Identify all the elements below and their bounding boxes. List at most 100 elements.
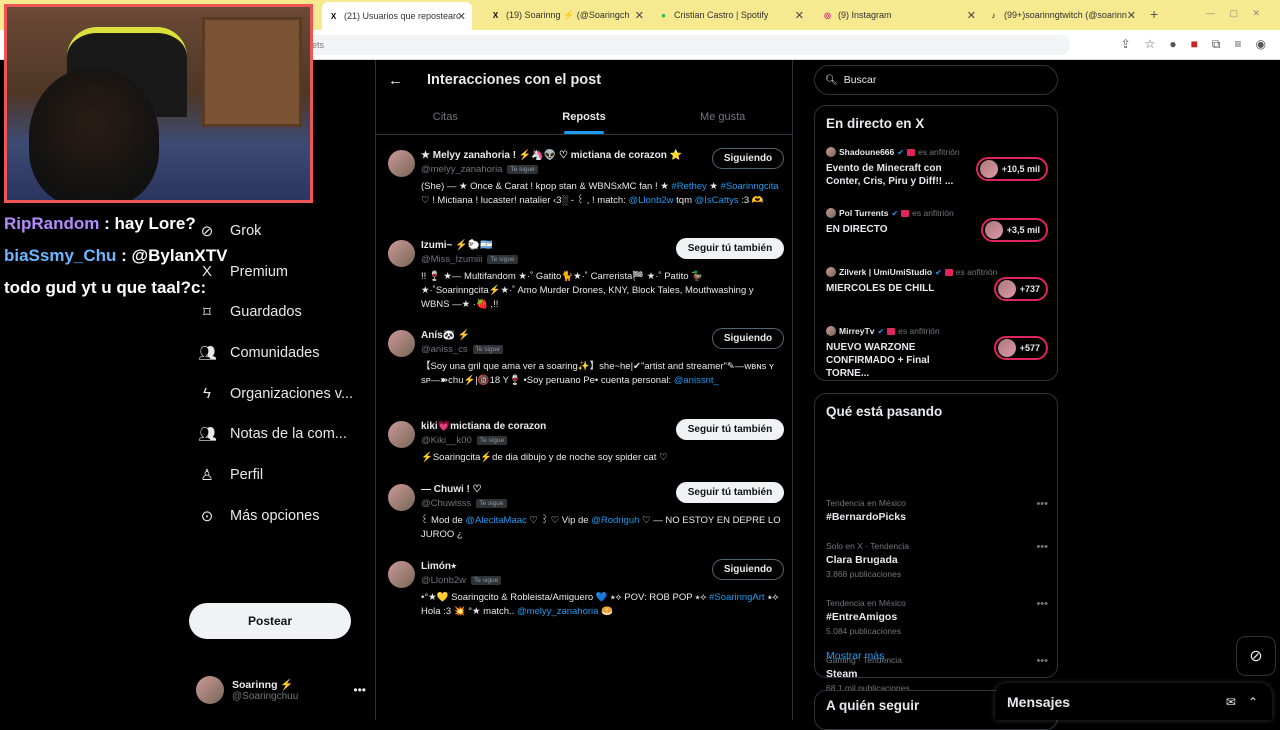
browser-tab[interactable]: X (19) Soarinng ⚡ (@Soaringch ✕ <box>484 4 650 26</box>
more-dots-icon[interactable]: ••• <box>1036 498 1048 510</box>
bio-link[interactable]: #SoarinngArt <box>709 592 764 603</box>
nav-item-más-opciones[interactable]: ⊙ Más opciones <box>190 496 370 537</box>
close-tab-icon[interactable]: ✕ <box>1127 9 1136 22</box>
nav-item-organizaciones-v-[interactable]: ϟ Organizaciones v... <box>190 373 370 414</box>
bio-link[interactable]: @AlecitaMaac <box>465 515 526 526</box>
post-button[interactable]: Postear <box>189 603 351 639</box>
list-item[interactable]: ★ Melyy zanahoria ! ⚡🦄👽 ♡ mictiana de co… <box>388 148 784 230</box>
following-button[interactable]: Siguiendo <box>712 328 784 349</box>
search-input[interactable]: 🔍︎ Buscar <box>814 65 1058 95</box>
trend-item[interactable]: Tendencia en México #BernardoPicks ••• <box>826 498 1048 523</box>
new-tab-icon[interactable]: + <box>1150 6 1158 22</box>
bio-link[interactable]: @Rodriguh <box>591 515 639 526</box>
playlist-icon[interactable]: ≡ <box>1235 37 1242 52</box>
bio-link[interactable]: @melyy_zanahoria <box>517 606 598 617</box>
listener-count[interactable]: +737 <box>993 277 1048 301</box>
chat-message: todo gud yt u que taal?c: <box>4 272 314 304</box>
browser-tab[interactable]: X (21) Usuarios que repostearon ✕ <box>322 2 472 30</box>
follow-back-button[interactable]: Seguir tú también <box>676 238 784 259</box>
bio-link[interactable]: @anissnt_ <box>674 375 719 386</box>
user-avatar[interactable] <box>388 484 415 511</box>
listener-count[interactable]: +577 <box>993 336 1048 360</box>
follows-you-badge: Te sigue <box>487 255 518 264</box>
live-event-title: NUEVO WARZONE CONFIRMADO + Final TORNE..… <box>826 342 930 379</box>
close-tab-icon[interactable]: ✕ <box>967 9 976 22</box>
more-dots-icon[interactable]: ••• <box>1036 598 1048 610</box>
follow-back-button[interactable]: Seguir tú también <box>676 482 784 503</box>
user-display-name[interactable]: Limón⭑ <box>421 561 456 572</box>
nav-item-notas-de-la-com-[interactable]: 👥︎ Notas de la com... <box>190 414 370 455</box>
user-display-name[interactable]: Izumi~ ⚡🐑🇦🇷 <box>421 240 493 251</box>
record-icon[interactable]: ● <box>1169 37 1176 52</box>
chat-text: : @BylanXTV <box>116 246 228 265</box>
chat-text: todo gud yt u que taal?c: <box>4 278 207 297</box>
listener-avatar <box>997 339 1016 357</box>
messages-drawer[interactable]: Mensajes ✉ ⌃ <box>995 683 1272 720</box>
listener-count[interactable]: +3,5 mil <box>980 218 1048 242</box>
nav-item-label: Perfil <box>230 467 264 484</box>
user-avatar[interactable] <box>388 561 415 588</box>
nav-item-perfil[interactable]: ♙ Perfil <box>190 455 370 496</box>
list-item[interactable]: — Chuwi ! ♡ @Chuwisss Te sigue Seguir tú ta… <box>388 482 784 564</box>
bio-text: ♡ ꒱ ♡ Vip de <box>526 515 592 526</box>
listener-count[interactable]: +10,5 mil <box>975 157 1048 181</box>
puzzle-icon[interactable]: ⧉ <box>1212 37 1221 52</box>
more-dots-icon[interactable]: ••• <box>1036 655 1048 667</box>
following-button[interactable]: Siguiendo <box>712 148 784 169</box>
tab-reposts[interactable]: Reposts <box>515 100 654 134</box>
browser-tab[interactable]: ♪ (99+)soarinngtwitch (@soarinn ✕ <box>982 4 1142 26</box>
user-avatar[interactable] <box>388 240 415 267</box>
close-tab-icon[interactable]: ✕ <box>795 9 804 22</box>
account-switcher[interactable]: Soarinng ⚡ @Soaringchuu ••• <box>196 673 366 707</box>
bio-link[interactable]: #Soarinngcita <box>721 181 779 192</box>
profile-icon[interactable]: ◉ <box>1256 37 1266 52</box>
browser-tab[interactable]: ◎ (9) Instagram ✕ <box>816 4 982 26</box>
extension-red-icon[interactable]: ■ <box>1191 37 1198 52</box>
host-suffix: es anfitrión <box>955 267 998 277</box>
browser-tab[interactable]: ● Cristian Castro | Spotify ✕ <box>652 4 810 26</box>
more-dots-icon[interactable]: ••• <box>1036 541 1048 553</box>
trend-name: Clara Brugada <box>826 554 898 566</box>
user-display-name[interactable]: — Chuwi ! ♡ <box>421 484 482 495</box>
nav-item-comunidades[interactable]: 👥︎ Comunidades <box>190 333 370 374</box>
grok-fab-icon[interactable]: ⊘ <box>1236 636 1276 676</box>
live-item[interactable]: Zilverk | UmiUmiStudio ✔ es anfitrión MIERC… <box>826 267 1048 312</box>
trend-item[interactable]: Solo en X · Tendencia Clara Brugada 3.868 … <box>826 541 1048 579</box>
host-avatar <box>826 208 836 218</box>
trend-item[interactable]: Tendencia en México #EntreAmigos 5.084 pub… <box>826 598 1048 636</box>
live-item[interactable]: Shadoune666 ✔ es anfitrión Evento de Minecr… <box>826 147 1048 192</box>
list-item[interactable]: Anís🐼 ⚡ @aniss_cs Te sigue Siguiendo 【Soy un… <box>388 328 784 410</box>
compose-message-icon[interactable]: ✉ <box>1226 695 1236 709</box>
trend-context: Tendencia en México <box>826 598 906 608</box>
tab-me-gusta[interactable]: Me gusta <box>653 100 792 134</box>
bio-link[interactable]: @Llonb2w <box>628 195 673 206</box>
trend-count: 3.868 publicaciones <box>826 569 902 579</box>
user-display-name[interactable]: Anís🐼 ⚡ <box>421 330 470 341</box>
user-avatar[interactable] <box>388 150 415 177</box>
window-controls[interactable]: — ▢ ✕ <box>1206 8 1266 19</box>
install-icon[interactable]: ⇪ <box>1121 37 1131 52</box>
follow-back-button[interactable]: Seguir tú también <box>676 419 784 440</box>
bio-link[interactable]: @IsCattys <box>695 195 739 206</box>
user-display-name[interactable]: kiki💗mictiana de corazon <box>421 421 546 432</box>
following-button[interactable]: Siguiendo <box>712 559 784 580</box>
user-display-name[interactable]: ★ Melyy zanahoria ! ⚡🦄👽 ♡ mictiana de co… <box>421 150 682 161</box>
trends-section-title: Qué está pasando <box>826 404 943 419</box>
bio-link[interactable]: #Rethey <box>671 181 706 192</box>
star-icon[interactable]: ☆ <box>1145 37 1156 52</box>
tab-citas[interactable]: Citas <box>376 100 515 134</box>
trend-name: #EntreAmigos <box>826 611 898 623</box>
more-dots-icon[interactable]: ••• <box>353 683 366 697</box>
user-avatar[interactable] <box>388 330 415 357</box>
back-arrow-icon[interactable]: ← <box>388 72 403 89</box>
expand-icon[interactable]: ⌃ <box>1248 695 1258 709</box>
url-field[interactable]: ets <box>300 35 1070 55</box>
list-item[interactable]: Izumi~ ⚡🐑🇦🇷 @Miss_Izumiii Te sigue Seguir t… <box>388 238 784 320</box>
close-tab-icon[interactable]: ✕ <box>635 9 644 22</box>
user-avatar[interactable] <box>388 421 415 448</box>
list-item[interactable]: Limón⭑ @Llonb2w Te sigue Siguiendo •°★💛 Soar… <box>388 559 784 641</box>
live-item[interactable]: MirreyTv ✔ es anfitrión NUEVO WARZONE CONFI… <box>826 326 1048 379</box>
live-item[interactable]: Pol Turrents ✔ es anfitrión EN DIRECTO +3,5 … <box>826 208 1048 253</box>
show-more-link[interactable]: Mostrar más <box>826 650 884 662</box>
close-tab-icon[interactable]: ✕ <box>457 10 466 23</box>
